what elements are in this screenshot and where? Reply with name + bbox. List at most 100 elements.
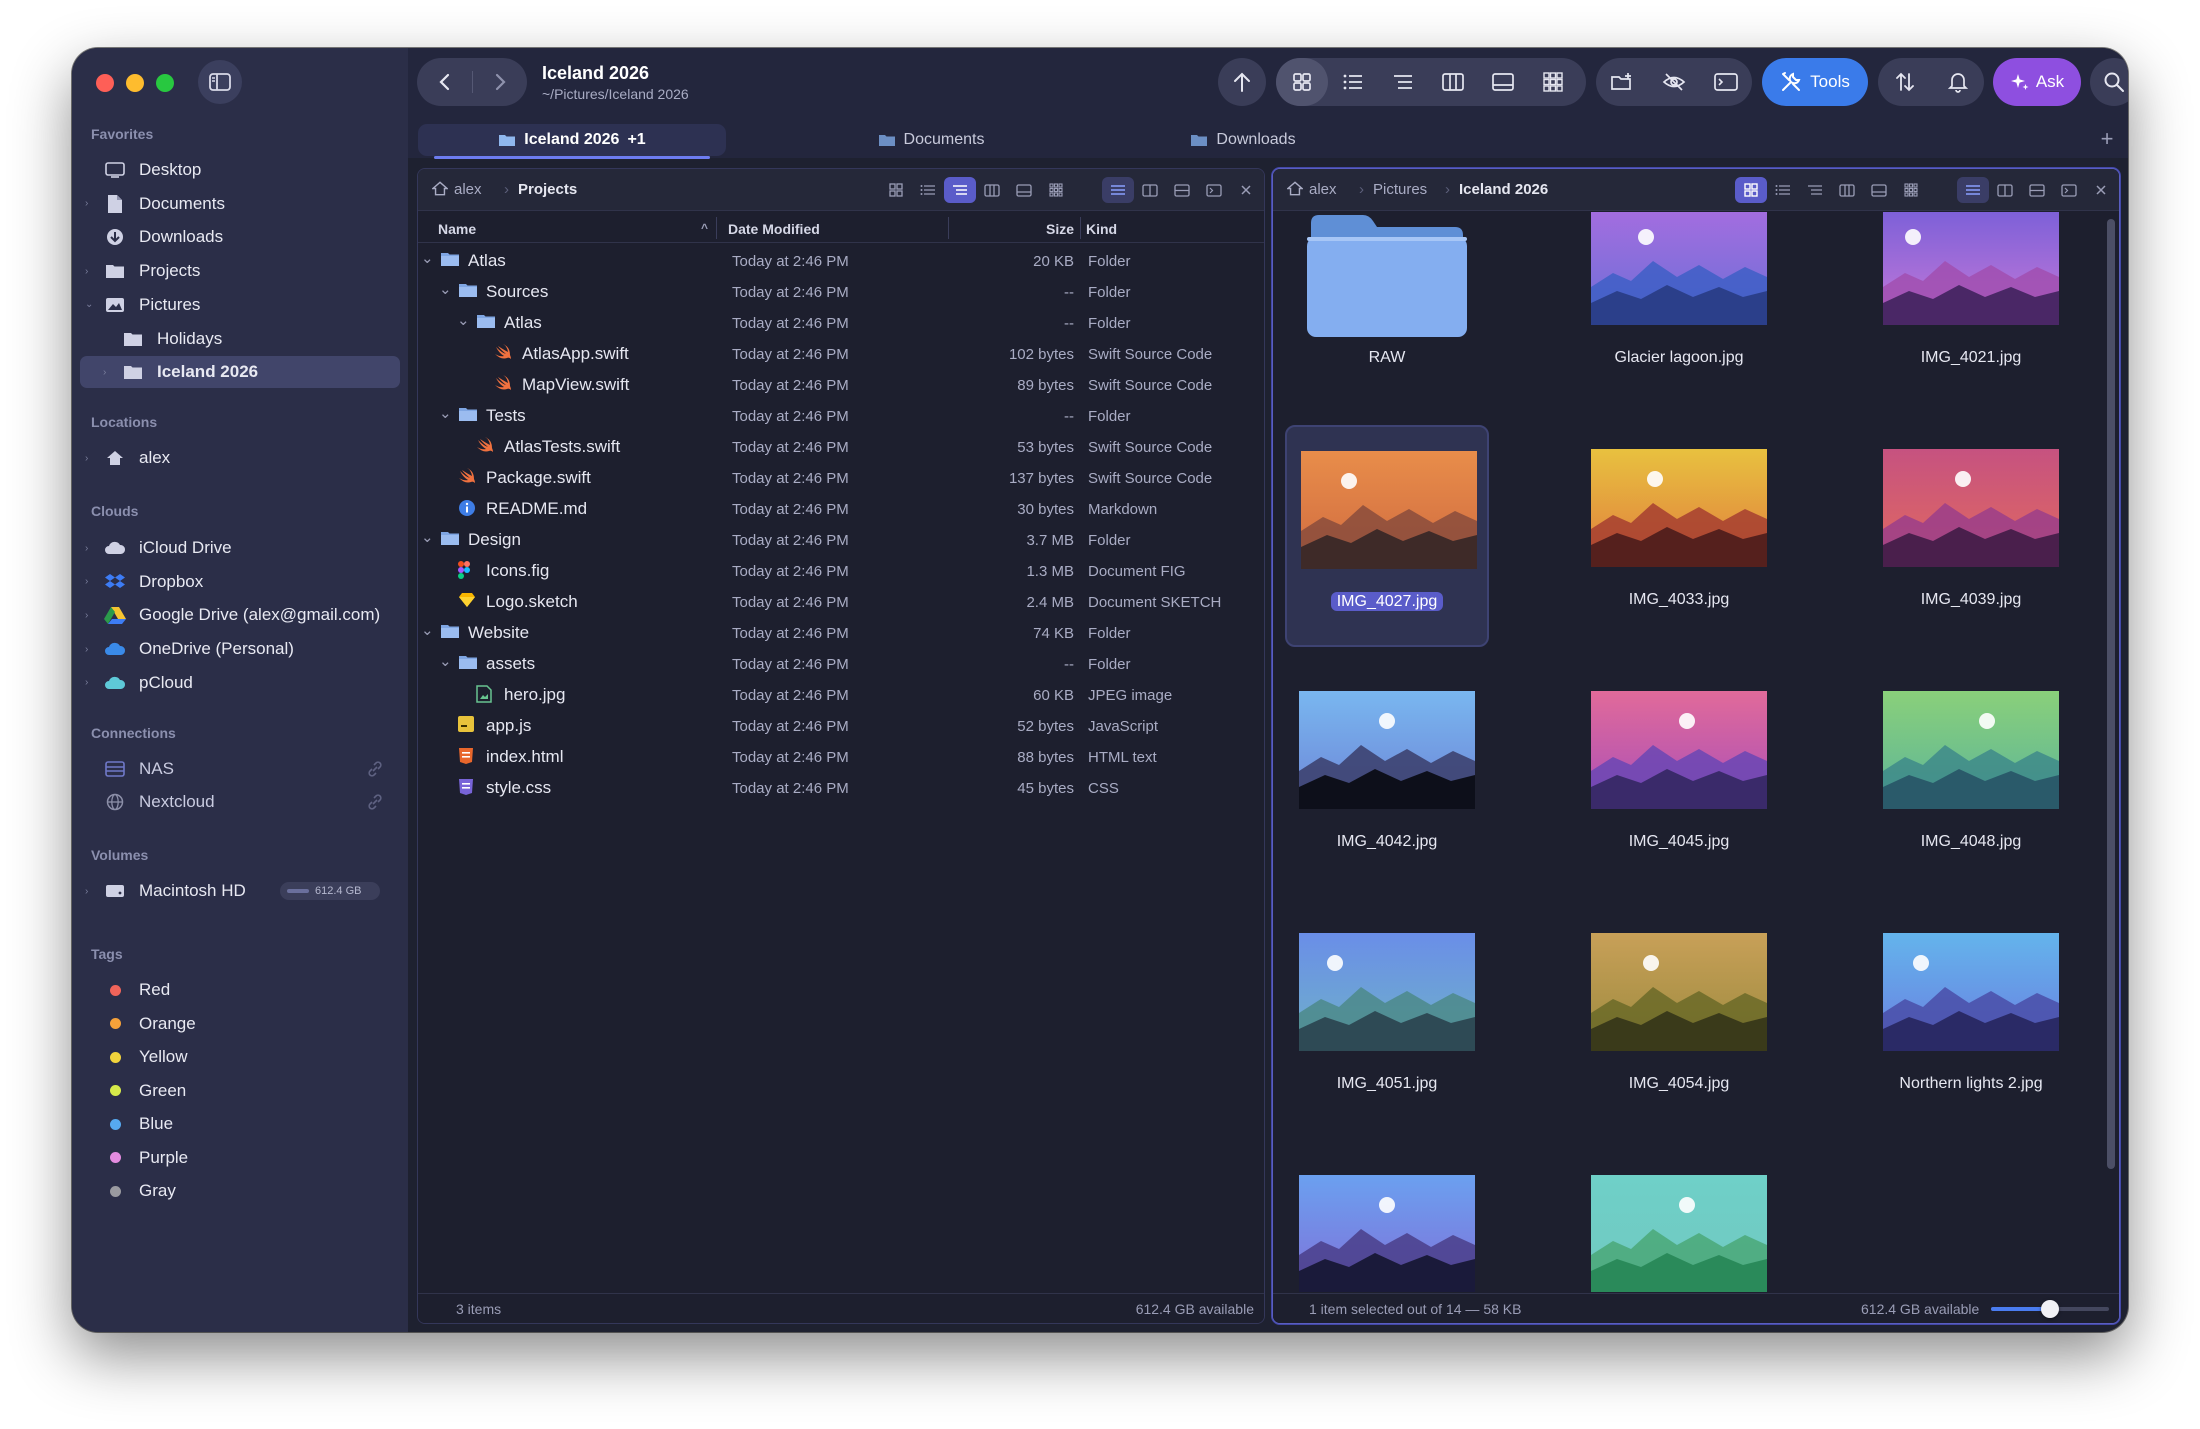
list-row[interactable]: AtlasApp.swift Today at 2:46 PM 102 bytes S… <box>418 338 1264 369</box>
grid-image-item[interactable]: IMG_4042.jpg <box>1285 667 1489 889</box>
disclosure-triangle-icon[interactable]: ⌄ <box>439 404 452 422</box>
notifications-button[interactable] <box>1931 58 1984 106</box>
sidebar-item-macintosh-hd[interactable]: › Macintosh HD 612.4 GB <box>80 875 400 907</box>
grid-icon[interactable] <box>1735 177 1767 203</box>
grid-image-item[interactable]: IMG_4027.jpg <box>1285 425 1489 647</box>
list-row[interactable]: ⌄ assets Today at 2:46 PM -- Folder <box>418 648 1264 679</box>
close-pane-icon[interactable] <box>2085 177 2117 203</box>
breadcrumb-item[interactable]: alex <box>1309 181 1337 198</box>
gallery-view-button[interactable] <box>1478 58 1528 106</box>
list-row[interactable]: MapView.swift Today at 2:46 PM 89 bytes Swi… <box>418 369 1264 400</box>
grid-image-item[interactable]: IMG_4054.jpg <box>1577 909 1781 1131</box>
terminal-icon[interactable] <box>1198 177 1230 203</box>
disclosure-triangle-icon[interactable]: ⌄ <box>439 280 452 298</box>
preview-toggle-icon[interactable] <box>1102 177 1134 203</box>
grid-image-item[interactable]: IMG_4039.jpg <box>1869 425 2073 647</box>
list-icon[interactable] <box>1767 177 1799 203</box>
sidebar-item-nextcloud[interactable]: Nextcloud <box>80 786 400 818</box>
icon-view-button[interactable] <box>1276 58 1328 106</box>
search-button[interactable] <box>2090 58 2128 106</box>
sidebar-item-google-drive-alex-gmail-com-[interactable]: › Google Drive (alex@gmail.com) <box>80 599 400 631</box>
sidebar-tag-orange[interactable]: Orange <box>80 1008 400 1040</box>
disclosure-triangle-icon[interactable]: ⌄ <box>421 621 434 639</box>
columns-icon[interactable] <box>1831 177 1863 203</box>
list-row[interactable]: Icons.fig Today at 2:46 PM 1.3 MB Document … <box>418 555 1264 586</box>
grid-image-item[interactable]: Glacier lagoon.jpg <box>1577 212 1781 405</box>
grid-image-item[interactable] <box>1577 1151 1781 1292</box>
ask-button[interactable]: Ask <box>1993 58 2081 106</box>
tools-button[interactable]: Tools <box>1762 58 1868 106</box>
sidebar-toggle-button[interactable] <box>198 60 242 104</box>
sidebar-tag-gray[interactable]: Gray <box>80 1175 400 1207</box>
column-view-button[interactable] <box>1428 58 1478 106</box>
zoom-slider-knob[interactable] <box>2041 1300 2059 1318</box>
gallery-icon[interactable] <box>1863 177 1895 203</box>
disclosure-triangle-icon[interactable]: ⌄ <box>439 652 452 670</box>
disclosure-triangle-icon[interactable]: ⌄ <box>421 249 434 267</box>
sidebar-tag-yellow[interactable]: Yellow <box>80 1041 400 1073</box>
preview-toggle-icon[interactable] <box>1957 177 1989 203</box>
grid-image-item[interactable]: IMG_4051.jpg <box>1285 909 1489 1131</box>
grid-image-item[interactable] <box>1285 1151 1489 1292</box>
back-button[interactable] <box>417 58 472 106</box>
breadcrumb-item[interactable]: alex <box>454 181 482 198</box>
terminal-icon[interactable] <box>2053 177 2085 203</box>
outline-view-button[interactable] <box>1378 58 1428 106</box>
grid-icon[interactable] <box>880 177 912 203</box>
new-tab-button[interactable]: + <box>2092 124 2122 154</box>
split-vertical-icon[interactable] <box>1134 177 1166 203</box>
sidebar-tag-purple[interactable]: Purple <box>80 1142 400 1174</box>
sidebar-tag-green[interactable]: Green <box>80 1075 400 1107</box>
list-row[interactable]: ⌄ Website Today at 2:46 PM 74 KB Folder <box>418 617 1264 648</box>
zoom-window-button[interactable] <box>156 74 174 92</box>
sidebar-item-pcloud[interactable]: › pCloud <box>80 667 400 699</box>
list-row[interactable]: ⌄ Atlas Today at 2:46 PM 20 KB Folder <box>418 245 1264 276</box>
disclosure-triangle-icon[interactable]: ⌄ <box>421 528 434 546</box>
sidebar-item-desktop[interactable]: Desktop <box>80 154 400 186</box>
split-horizontal-icon[interactable] <box>1166 177 1198 203</box>
sidebar-item-pictures[interactable]: ⌄ Pictures <box>80 289 400 321</box>
list-row[interactable]: app.js Today at 2:46 PM 52 bytes JavaScript <box>418 710 1264 741</box>
breadcrumb-item[interactable]: Projects <box>518 181 577 198</box>
tab-iceland-2026[interactable]: Iceland 2026 +1 <box>418 124 726 156</box>
terminal-button[interactable] <box>1700 58 1752 106</box>
sidebar-item-dropbox[interactable]: › Dropbox <box>80 566 400 598</box>
list-icon[interactable] <box>912 177 944 203</box>
list-row[interactable]: hero.jpg Today at 2:46 PM 60 KB JPEG image <box>418 679 1264 710</box>
outline-list-icon[interactable] <box>944 177 976 203</box>
list-row[interactable]: index.html Today at 2:46 PM 88 bytes HTML t… <box>418 741 1264 772</box>
grid-folder-item[interactable]: RAW <box>1285 212 1489 405</box>
list-row[interactable]: Logo.sketch Today at 2:46 PM 2.4 MB Documen… <box>418 586 1264 617</box>
sidebar-tag-red[interactable]: Red <box>80 974 400 1006</box>
dense-grid-icon[interactable] <box>1895 177 1927 203</box>
forward-button[interactable] <box>473 58 527 106</box>
list-row[interactable]: README.md Today at 2:46 PM 30 bytes Markdow… <box>418 493 1264 524</box>
minimize-window-button[interactable] <box>126 74 144 92</box>
sidebar-item-alex[interactable]: › alex <box>80 442 400 474</box>
column-size-header[interactable]: Size <box>1014 221 1074 237</box>
sidebar-item-documents[interactable]: › Documents <box>80 188 400 220</box>
split-horizontal-icon[interactable] <box>2021 177 2053 203</box>
list-row[interactable]: AtlasTests.swift Today at 2:46 PM 53 bytes… <box>418 431 1264 462</box>
list-row[interactable]: style.css Today at 2:46 PM 45 bytes CSS <box>418 772 1264 803</box>
outline-list-icon[interactable] <box>1799 177 1831 203</box>
grid-image-item[interactable]: IMG_4021.jpg <box>1869 212 2073 405</box>
zoom-slider[interactable] <box>1991 1300 2109 1318</box>
grid-image-item[interactable]: IMG_4033.jpg <box>1577 425 1781 647</box>
sidebar-item-downloads[interactable]: Downloads <box>80 221 400 253</box>
sidebar-item-holidays[interactable]: Holidays <box>80 323 400 355</box>
list-view-button[interactable] <box>1328 58 1378 106</box>
tab-documents[interactable]: Documents <box>836 124 1026 156</box>
close-pane-icon[interactable] <box>1230 177 1262 203</box>
grid-view-button[interactable] <box>1528 58 1578 106</box>
list-row[interactable]: ⌄ Tests Today at 2:46 PM -- Folder <box>418 400 1264 431</box>
sidebar-item-projects[interactable]: › Projects <box>80 255 400 287</box>
scrollbar[interactable] <box>2107 219 2115 1169</box>
grid-image-item[interactable]: Northern lights 2.jpg <box>1869 909 2073 1131</box>
split-vertical-icon[interactable] <box>1989 177 2021 203</box>
new-folder-button[interactable] <box>1596 58 1648 106</box>
sidebar-item-nas[interactable]: NAS <box>80 753 400 785</box>
tab-downloads[interactable]: Downloads <box>1148 124 1338 156</box>
column-name-header[interactable]: Name <box>438 221 476 237</box>
disclosure-triangle-icon[interactable]: ⌄ <box>457 311 470 329</box>
